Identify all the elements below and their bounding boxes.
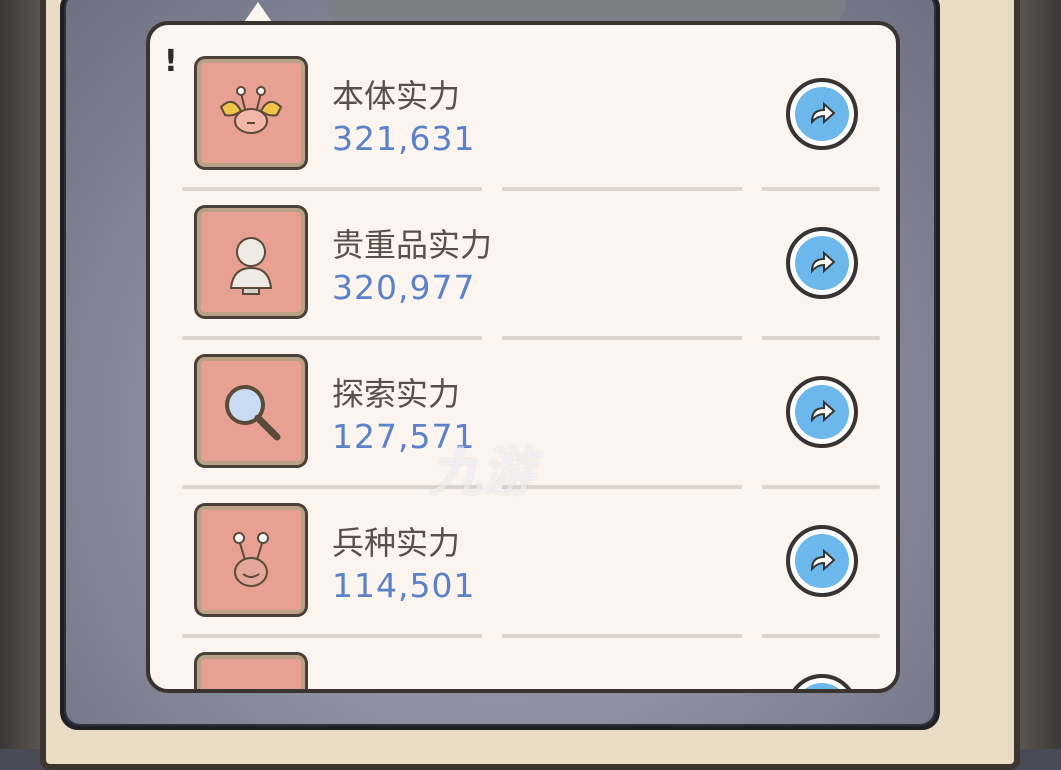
share-arrow-icon [810, 250, 836, 274]
power-value: 321,631 [332, 119, 476, 158]
power-breakdown-popup: ! 本体实力 321,631 贵重品实力 320,977 探索实力 127,57… [146, 21, 900, 693]
watermark-text: 九游 [430, 443, 535, 503]
power-label: 探索实力 [332, 375, 461, 413]
power-label: 贵重品实力 [332, 226, 493, 264]
power-row: 贵重品实力 320,977 [150, 174, 896, 340]
goto-button[interactable] [786, 525, 858, 597]
power-label: 兵种实力 [332, 524, 461, 562]
power-value: 320,977 [332, 268, 476, 307]
power-row: 本体实力 321,631 [150, 25, 896, 191]
partial-icon [197, 655, 305, 689]
share-arrow-icon [810, 548, 836, 572]
bust-statue-icon [197, 208, 305, 316]
power-row-partial [150, 621, 896, 689]
goto-button[interactable] [786, 227, 858, 299]
goto-button[interactable] [786, 674, 858, 689]
winged-snail-icon [197, 59, 305, 167]
magnifier-icon [197, 357, 305, 465]
share-arrow-icon [810, 399, 836, 423]
goto-button[interactable] [786, 376, 858, 448]
snail-soldier-icon [197, 506, 305, 614]
goto-button[interactable] [786, 78, 858, 150]
power-label: 本体实力 [332, 77, 461, 115]
power-value: 114,501 [332, 566, 476, 605]
share-arrow-icon [810, 101, 836, 125]
